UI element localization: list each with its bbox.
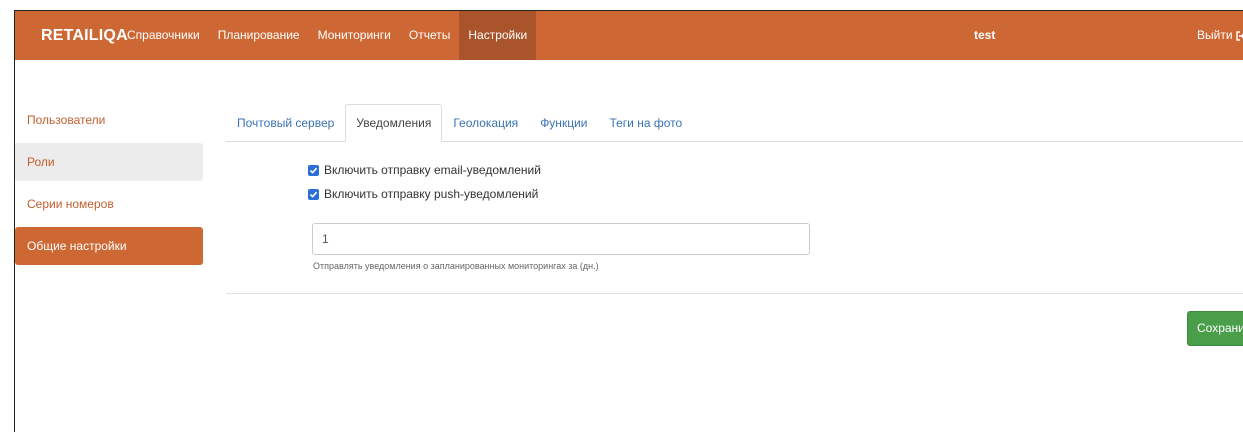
menu-item-settings[interactable]: Настройки (459, 11, 537, 60)
sidebar-item-general-settings[interactable]: Общие настройки (15, 227, 203, 265)
settings-tabs: Почтовый сервер Уведомления Геолокация Ф… (226, 95, 1243, 142)
email-notifications-option[interactable]: Включить отправку email-уведомлений (308, 162, 541, 178)
menu-item-reports[interactable]: Отчеты (400, 11, 459, 60)
notify-days-help: Отправлять уведомления о запланированных… (313, 261, 599, 271)
push-notifications-checkbox[interactable] (308, 188, 319, 200)
menu-item-directories[interactable]: Справочники (118, 11, 209, 60)
tab-notifications[interactable]: Уведомления (345, 104, 443, 142)
brand-logo[interactable]: RETAILIQA (41, 11, 128, 60)
user-name[interactable]: test (974, 11, 995, 60)
menu-item-monitorings[interactable]: Мониторинги (309, 11, 400, 60)
top-navbar: RETAILIQA Справочники Планирование Монит… (15, 11, 1243, 60)
logout-icon (1235, 30, 1243, 41)
sidebar: Пользователи Роли Серии номеров Общие на… (15, 101, 203, 269)
logout-button[interactable]: Выйти (1197, 11, 1243, 60)
sidebar-item-users[interactable]: Пользователи (15, 101, 203, 139)
tab-mail-server[interactable]: Почтовый сервер (226, 104, 345, 142)
main-menu: Справочники Планирование Мониторинги Отч… (118, 11, 537, 60)
email-notifications-checkbox[interactable] (308, 164, 319, 176)
logout-label: Выйти (1197, 28, 1233, 42)
email-notifications-label: Включить отправку email-уведомлений (324, 163, 541, 177)
tab-photo-tags[interactable]: Теги на фото (598, 104, 693, 142)
sidebar-item-number-series[interactable]: Серии номеров (15, 185, 203, 223)
form-divider (226, 293, 1243, 294)
tab-functions[interactable]: Функции (529, 104, 598, 142)
push-notifications-label: Включить отправку push-уведомлений (324, 187, 539, 201)
push-notifications-option[interactable]: Включить отправку push-уведомлений (308, 186, 538, 202)
notify-days-input[interactable]: 1 (312, 223, 810, 255)
sidebar-item-roles[interactable]: Роли (15, 143, 203, 181)
save-button[interactable]: Сохранить (1187, 311, 1243, 346)
app-window: RETAILIQA Справочники Планирование Монит… (14, 10, 1243, 432)
menu-item-planning[interactable]: Планирование (209, 11, 309, 60)
tab-geolocation[interactable]: Геолокация (442, 104, 529, 142)
